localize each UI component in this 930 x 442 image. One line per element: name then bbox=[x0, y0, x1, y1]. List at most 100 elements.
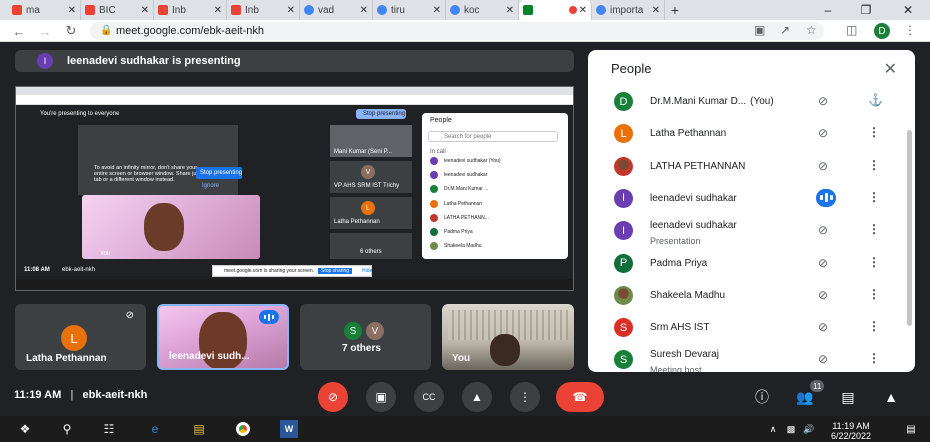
participant-name: leenadevi sudhakar bbox=[650, 193, 737, 204]
task-view-icon[interactable]: ☷ bbox=[100, 420, 118, 438]
leave-call-button[interactable]: ☎ bbox=[556, 382, 604, 412]
participant-row[interactable]: Ileenadevi sudhakar Presentation ⊘ ⋮ bbox=[588, 217, 915, 249]
lock-icon: 🔒 bbox=[100, 25, 113, 36]
minimize-icon[interactable]: – bbox=[810, 0, 846, 20]
mic-off-icon[interactable]: ⊘ bbox=[818, 320, 828, 334]
browser-tab[interactable]: importa ✕ bbox=[592, 0, 665, 20]
gmail-icon bbox=[231, 5, 241, 15]
presenter-avatar: I bbox=[37, 53, 53, 69]
camera-indicator-icon[interactable]: ▣ bbox=[754, 23, 765, 37]
participant-row[interactable]: Ileenadevi sudhakar ⋮ bbox=[588, 185, 915, 217]
mic-off-icon[interactable]: ⊘ bbox=[818, 352, 828, 366]
new-tab-button[interactable]: + bbox=[665, 0, 685, 20]
browser-tab[interactable]: tiru ✕ bbox=[373, 0, 446, 20]
participant-avatar: I bbox=[614, 221, 633, 241]
mini-taskbar bbox=[16, 279, 573, 290]
mic-off-icon[interactable]: ⊘ bbox=[818, 159, 828, 173]
meeting-info-button[interactable]: ⓘ bbox=[750, 385, 774, 409]
mic-off-icon[interactable]: ⊘ bbox=[818, 94, 828, 108]
mini-tile-2-avatar: V bbox=[361, 165, 375, 179]
participant-row[interactable]: Shakeela Madhu ⊘ ⋮ bbox=[588, 282, 915, 314]
windows-start-icon[interactable]: ❖ bbox=[16, 420, 34, 438]
tab-close-icon[interactable]: ✕ bbox=[652, 5, 660, 16]
pin-icon[interactable]: ⚓ bbox=[868, 93, 883, 107]
mini-tile-4-label: 6 others bbox=[360, 249, 382, 255]
browser-tab[interactable]: vad ✕ bbox=[300, 0, 373, 20]
browser-tab[interactable]: koc ✕ bbox=[446, 0, 519, 20]
browser-menu-icon[interactable]: ⋮ bbox=[904, 23, 916, 37]
chrome-icon[interactable] bbox=[234, 420, 252, 438]
participant-name-text: LATHA PETHANNAN bbox=[650, 160, 746, 172]
participant-row[interactable]: LATHA PETHANNAN ⊘ ⋮ bbox=[588, 153, 915, 185]
tile-others[interactable]: S V 7 others bbox=[300, 304, 431, 370]
more-options-icon[interactable]: ⋮ bbox=[868, 158, 880, 172]
tab-close-icon[interactable]: ✕ bbox=[506, 5, 514, 16]
more-options-icon[interactable]: ⋮ bbox=[868, 222, 880, 236]
chat-button[interactable]: ▤ bbox=[836, 385, 860, 409]
more-options-button[interactable]: ⋮ bbox=[510, 382, 540, 412]
reload-icon[interactable]: ↻ bbox=[62, 22, 80, 40]
browser-tab[interactable]: Inb ✕ bbox=[154, 0, 227, 20]
tile-others-avatar-2: V bbox=[366, 322, 384, 340]
more-options-icon[interactable]: ⋮ bbox=[868, 351, 880, 365]
back-icon[interactable]: ← bbox=[10, 22, 28, 40]
side-panel-icon[interactable]: ◫ bbox=[846, 23, 857, 37]
mic-toggle-button[interactable]: ⊘ bbox=[318, 382, 348, 412]
mic-off-icon[interactable]: ⊘ bbox=[818, 126, 828, 140]
close-window-icon[interactable]: ✕ bbox=[890, 0, 926, 20]
participant-row[interactable]: P Padma Priya ⊘ ⋮ bbox=[588, 250, 915, 282]
participant-row[interactable]: S Srm AHS IST ⊘ ⋮ bbox=[588, 314, 915, 346]
search-icon[interactable]: ⚲ bbox=[58, 420, 76, 438]
participant-row[interactable]: L Latha Pethannan ⊘ ⋮ bbox=[588, 120, 915, 152]
mini-you-label: You bbox=[100, 251, 111, 257]
meeting-time-code: 11:19 AM | ebk-aeit-nkh bbox=[14, 389, 147, 401]
more-options-icon[interactable]: ⋮ bbox=[868, 125, 880, 139]
browser-tab[interactable]: ✕ bbox=[519, 0, 592, 20]
tab-close-icon[interactable]: ✕ bbox=[287, 5, 295, 16]
mic-off-icon[interactable]: ⊘ bbox=[818, 256, 828, 270]
more-options-icon[interactable]: ⋮ bbox=[868, 255, 880, 269]
file-explorer-icon[interactable]: ▤ bbox=[190, 420, 208, 438]
participant-row[interactable]: S Suresh Devaraj Meeting host ⊘ ⋮ bbox=[588, 346, 915, 372]
present-button[interactable]: ▲ bbox=[462, 382, 492, 412]
chat-icon: ▤ bbox=[841, 388, 855, 405]
captions-button[interactable]: CC bbox=[414, 382, 444, 412]
tab-close-icon[interactable]: ✕ bbox=[141, 5, 149, 16]
tab-close-icon[interactable]: ✕ bbox=[433, 5, 441, 16]
mini-stop-btn-text: Stop presenting bbox=[200, 170, 243, 176]
notification-icon[interactable]: ▤ bbox=[902, 420, 920, 438]
bookmark-star-icon[interactable]: ☆ bbox=[806, 23, 817, 37]
restore-icon[interactable]: ❐ bbox=[848, 0, 884, 20]
more-options-icon[interactable]: ⋮ bbox=[868, 319, 880, 333]
edge-browser-icon[interactable]: e bbox=[146, 420, 164, 438]
close-icon[interactable]: ✕ bbox=[884, 59, 897, 79]
volume-icon[interactable]: 🔊 bbox=[800, 420, 818, 438]
tray-clock[interactable]: 11:19 AM 6/22/2022 bbox=[831, 421, 871, 441]
tile-leenadevi-video[interactable]: leenadevi sudh... bbox=[157, 304, 289, 370]
word-icon[interactable]: W bbox=[280, 420, 298, 438]
profile-avatar[interactable]: D bbox=[874, 23, 890, 39]
participant-row[interactable]: D Dr.M.Mani Kumar D... (You) ⊘ ⚓ bbox=[588, 88, 915, 120]
browser-tab[interactable]: ma ✕ bbox=[8, 0, 81, 20]
tray-chevron-icon[interactable]: ∧ bbox=[764, 420, 782, 438]
tile-you-video[interactable]: You bbox=[442, 304, 574, 370]
more-options-icon[interactable]: ⋮ bbox=[868, 190, 880, 204]
tab-close-icon[interactable]: ✕ bbox=[214, 5, 222, 16]
tab-close-icon[interactable]: ✕ bbox=[579, 5, 587, 16]
mic-off-icon[interactable]: ⊘ bbox=[818, 288, 828, 302]
activities-button[interactable]: ▲ bbox=[879, 385, 903, 409]
tab-close-icon[interactable]: ✕ bbox=[360, 5, 368, 16]
camera-toggle-button[interactable]: ▣ bbox=[366, 382, 396, 412]
browser-tab[interactable]: Inb ✕ bbox=[227, 0, 300, 20]
tile-latha-pethannan[interactable]: ⊘ L Latha Pethannan bbox=[15, 304, 146, 370]
tab-close-icon[interactable]: ✕ bbox=[68, 5, 76, 16]
forward-icon[interactable]: → bbox=[36, 22, 54, 40]
people-panel-scrollbar[interactable] bbox=[907, 130, 912, 326]
more-options-icon[interactable]: ⋮ bbox=[868, 287, 880, 301]
google-icon bbox=[596, 5, 606, 15]
url-field[interactable]: 🔒 meet.google.com/ebk-aeit-nkh bbox=[90, 22, 824, 40]
share-icon[interactable]: ↗ bbox=[780, 23, 790, 37]
browser-tab[interactable]: BIC ✕ bbox=[81, 0, 154, 20]
network-icon[interactable]: ▩ bbox=[782, 420, 800, 438]
presentation-audio-off-icon[interactable]: ⊘ bbox=[818, 223, 828, 237]
